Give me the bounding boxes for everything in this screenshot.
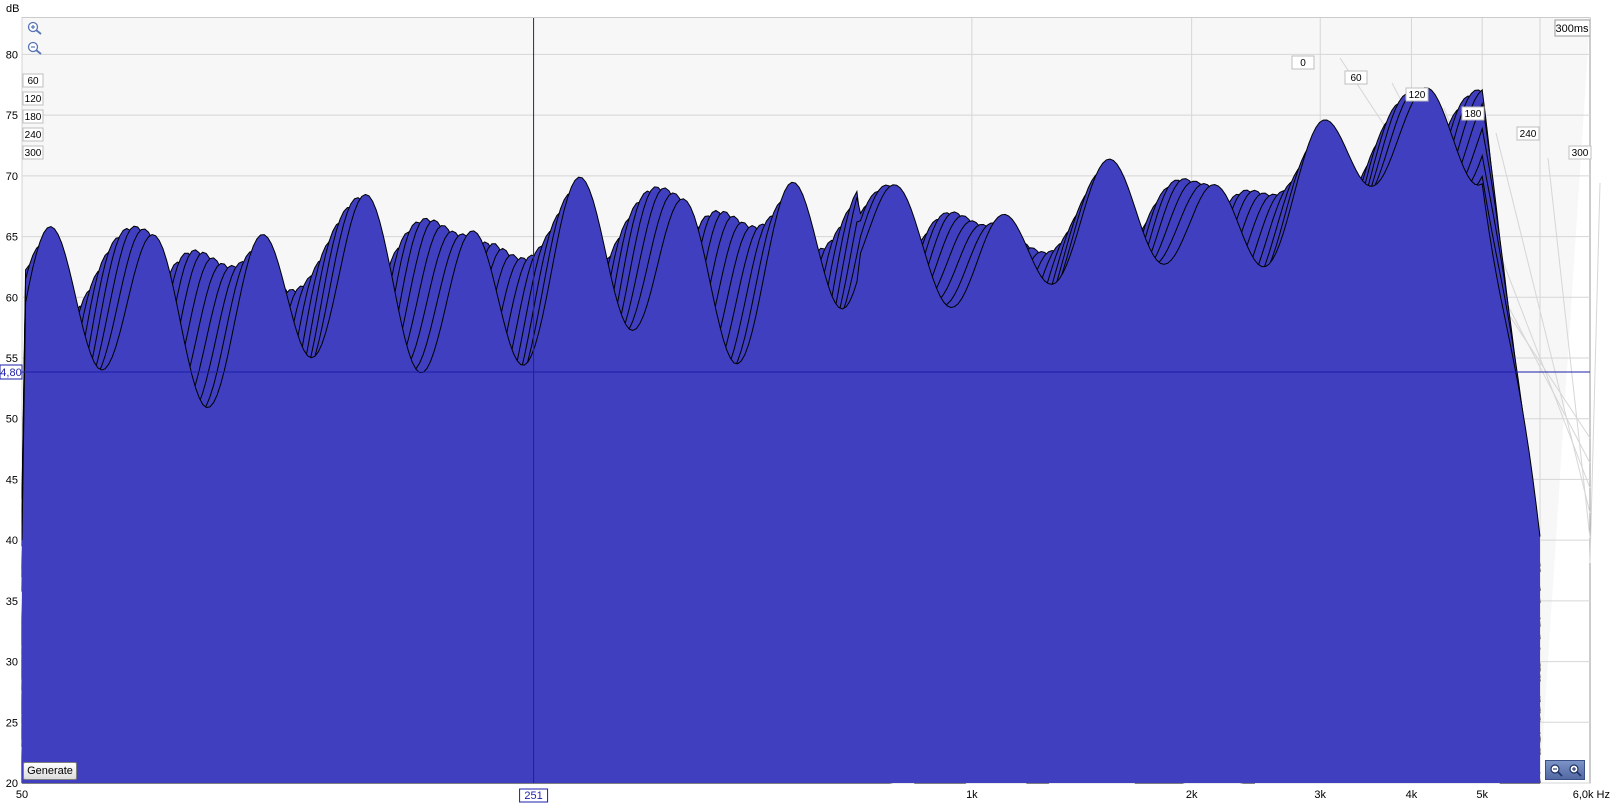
y-tick-label: 35 (6, 596, 18, 608)
vertical-zoom-out-button[interactable] (26, 40, 46, 56)
y-tick-label: 55 (6, 353, 18, 365)
y-tick-label: 25 (6, 717, 18, 729)
y-tick-label: 65 (6, 232, 18, 244)
waterfall-chart: dB 20 25 30 35 40 45 50 55 60 65 70 75 80 50 1k 2k 3k 4k 5k… (0, 0, 1614, 804)
y-tick-label: 60 (6, 292, 18, 304)
cursor-y-readout: 4,80 (0, 367, 21, 379)
y-tick-label: 80 (6, 49, 18, 61)
y-tick-label: 50 (6, 414, 18, 426)
left-time-label: 180 (25, 112, 42, 123)
left-time-label: 60 (27, 76, 39, 87)
y-tick-label: 30 (6, 657, 18, 669)
time-tick-label: 180 (1465, 109, 1482, 120)
time-tick-label: 0 (1300, 58, 1306, 69)
generate-button[interactable]: Generate (23, 762, 77, 780)
time-range-label: 300ms (1555, 23, 1589, 35)
time-tick-label: 240 (1520, 129, 1537, 140)
x-tick-label: 4k (1406, 789, 1418, 801)
y-tick-label: 40 (6, 535, 18, 547)
magnifier-plus-icon (27, 21, 42, 35)
y-tick-label: 75 (6, 110, 18, 122)
y-axis-label: dB (6, 3, 19, 15)
x-tick-label: 3k (1314, 789, 1326, 801)
x-tick-label: 6,0k Hz (1573, 789, 1610, 801)
x-tick-label: 2k (1186, 789, 1198, 801)
waterfall-plot[interactable]: dB2025303540455055606570758050 1k 2k 3k 4k 5k… (0, 0, 1614, 804)
zoom-in-icon[interactable] (1568, 763, 1582, 777)
time-tick-label: 120 (1409, 90, 1426, 101)
x-tick-label: 5k (1476, 789, 1488, 801)
x-tick-label: 50 (16, 789, 28, 801)
left-time-label: 300 (25, 148, 42, 159)
zoom-out-icon[interactable] (1549, 763, 1563, 777)
x-tick-label: 1k (966, 789, 978, 801)
y-tick-label: 70 (6, 171, 18, 183)
left-time-label: 240 (25, 130, 42, 141)
horizontal-zoom-controls (1545, 760, 1585, 780)
y-tick-label: 45 (6, 474, 18, 486)
vertical-zoom-in-button[interactable] (26, 20, 46, 36)
time-tick-label: 60 (1350, 73, 1362, 84)
left-time-label: 120 (25, 94, 42, 105)
grid-line-time (1589, 182, 1601, 564)
time-tick-label: 300 (1572, 148, 1589, 159)
magnifier-minus-icon (27, 41, 42, 55)
cursor-x-readout: 251 (524, 790, 542, 802)
